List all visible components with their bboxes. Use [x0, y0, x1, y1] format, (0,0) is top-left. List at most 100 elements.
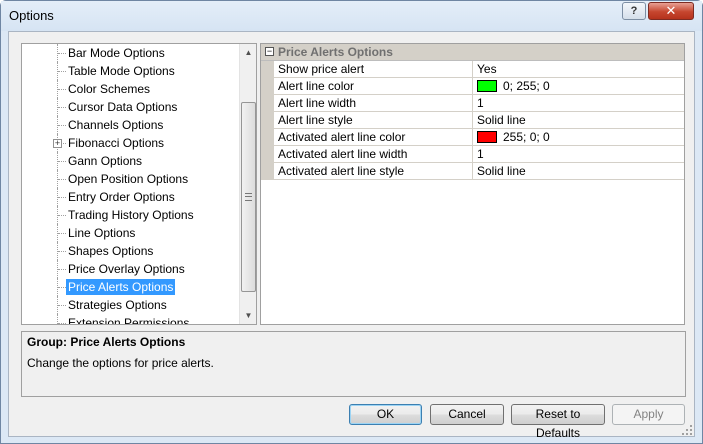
tree-item[interactable]: Gann Options — [22, 152, 242, 170]
property-value[interactable]: Solid line — [473, 163, 684, 180]
tree-connector — [58, 287, 66, 288]
tree-item-label: Strategies Options — [68, 298, 167, 312]
tree-connector — [58, 125, 66, 126]
tree-item[interactable]: Open Position Options — [22, 170, 242, 188]
description-text: Change the options for price alerts. — [27, 356, 214, 370]
tree-connector — [58, 215, 66, 216]
property-row[interactable]: Activated alert line width 1 — [261, 146, 684, 163]
tree-connector — [58, 269, 66, 270]
property-value-text: Solid line — [477, 113, 526, 127]
tree-item[interactable]: Line Options — [22, 224, 242, 242]
tree-item[interactable]: Price Alerts Options — [22, 278, 242, 296]
tree-item-label: Color Schemes — [68, 82, 151, 96]
description-title: Group: Price Alerts Options — [27, 335, 186, 349]
tree-item[interactable]: Channels Options — [22, 116, 242, 134]
tree-item[interactable]: Extension Permissions — [22, 314, 242, 325]
options-tree: Bar Mode Options Table Mode Options Color … — [21, 43, 257, 325]
ok-button[interactable]: OK — [349, 404, 422, 425]
collapse-icon[interactable]: − — [265, 47, 274, 56]
tree-connector — [58, 197, 66, 198]
reset-to-defaults-button[interactable]: Reset to Defaults — [511, 404, 605, 440]
help-button[interactable]: ? — [622, 2, 646, 20]
property-row[interactable]: Activated alert line color 255; 0; 0 — [261, 129, 684, 146]
property-row[interactable]: Alert line width 1 — [261, 95, 684, 112]
apply-button[interactable]: Apply — [612, 404, 685, 425]
tree-item[interactable]: Cursor Data Options — [22, 98, 242, 116]
property-name: Activated alert line style — [274, 163, 473, 180]
tree-item-label: Price Overlay Options — [68, 262, 185, 276]
tree-item-label: Gann Options — [68, 154, 143, 168]
property-row[interactable]: Activated alert line style Solid line — [261, 163, 684, 180]
tree-connector — [58, 107, 66, 108]
tree-connector — [58, 161, 66, 162]
tree-item[interactable]: Strategies Options — [22, 296, 242, 314]
tree-item-label: Table Mode Options — [68, 64, 175, 78]
property-value-text: Yes — [477, 62, 497, 76]
property-value[interactable]: Solid line — [473, 112, 684, 129]
tree-scrollbar[interactable]: ▲ ▼ — [239, 44, 256, 324]
tree-item[interactable]: Shapes Options — [22, 242, 242, 260]
tree-item-label: Price Alerts Options — [66, 279, 176, 295]
row-gutter — [261, 163, 274, 180]
tree-item-label: Entry Order Options — [68, 190, 175, 204]
tree-connector — [58, 323, 66, 324]
property-row[interactable]: Alert line color 0; 255; 0 — [261, 78, 684, 95]
tree-item[interactable]: Bar Mode Options — [22, 44, 242, 62]
row-gutter — [261, 95, 274, 112]
row-gutter — [261, 61, 274, 78]
property-name: Activated alert line width — [274, 146, 473, 163]
tree-item[interactable]: Color Schemes — [22, 80, 242, 98]
scroll-down-icon[interactable]: ▼ — [240, 307, 256, 324]
property-value[interactable]: 1 — [473, 95, 684, 112]
property-value[interactable]: Yes — [473, 61, 684, 78]
tree-item-label: Line Options — [68, 226, 136, 240]
tree-item-label: Shapes Options — [68, 244, 154, 258]
tree-item-label: Trading History Options — [68, 208, 194, 222]
tree-item-label: Fibonacci Options — [68, 136, 165, 150]
description-panel: Group: Price Alerts Options Change the o… — [21, 331, 686, 397]
tree-item[interactable]: Table Mode Options — [22, 62, 242, 80]
tree-item-label: Open Position Options — [68, 172, 189, 186]
property-name: Alert line color — [274, 78, 473, 95]
resize-grip-icon[interactable] — [682, 425, 693, 436]
tree-item[interactable]: Price Overlay Options — [22, 260, 242, 278]
tree-connector — [58, 89, 66, 90]
property-value[interactable]: 255; 0; 0 — [473, 129, 684, 146]
tree-item[interactable]: + Fibonacci Options — [22, 134, 242, 152]
property-value[interactable]: 1 — [473, 146, 684, 163]
property-value-text: 0; 255; 0 — [503, 79, 550, 93]
tree-item-label: Channels Options — [68, 118, 164, 132]
tree-connector — [58, 251, 66, 252]
tree-item-label: Bar Mode Options — [68, 46, 165, 60]
tree-connector — [58, 179, 66, 180]
title-bar[interactable]: Options ? ✕ — [1, 1, 702, 31]
property-row[interactable]: Show price alert Yes — [261, 61, 684, 78]
window-title: Options — [9, 8, 54, 23]
property-name: Activated alert line color — [274, 129, 473, 146]
row-gutter — [261, 146, 274, 163]
color-swatch-icon[interactable] — [477, 131, 497, 143]
grid-category-label: Price Alerts Options — [278, 45, 393, 59]
scroll-up-icon[interactable]: ▲ — [240, 44, 256, 61]
tree-item-label: Extension Permissions — [68, 316, 190, 325]
scroll-thumb[interactable] — [241, 102, 256, 292]
tree-connector — [58, 233, 66, 234]
tree-connector — [58, 71, 66, 72]
tree-item[interactable]: Entry Order Options — [22, 188, 242, 206]
expand-icon[interactable]: + — [53, 139, 62, 148]
scroll-grip-icon — [245, 193, 252, 201]
property-name: Alert line width — [274, 95, 473, 112]
grid-category-header[interactable]: − Price Alerts Options — [261, 44, 684, 61]
options-window: Options ? ✕ Bar Mode Options Table Mode O… — [0, 0, 703, 444]
row-gutter — [261, 112, 274, 129]
property-value[interactable]: 0; 255; 0 — [473, 78, 684, 95]
property-name: Alert line style — [274, 112, 473, 129]
color-swatch-icon[interactable] — [477, 80, 497, 92]
tree-item[interactable]: Trading History Options — [22, 206, 242, 224]
close-button[interactable]: ✕ — [648, 2, 694, 20]
property-value-text: 1 — [477, 96, 484, 110]
property-value-text: 1 — [477, 147, 484, 161]
cancel-button[interactable]: Cancel — [430, 404, 504, 425]
property-value-text: 255; 0; 0 — [503, 130, 550, 144]
property-row[interactable]: Alert line style Solid line — [261, 112, 684, 129]
